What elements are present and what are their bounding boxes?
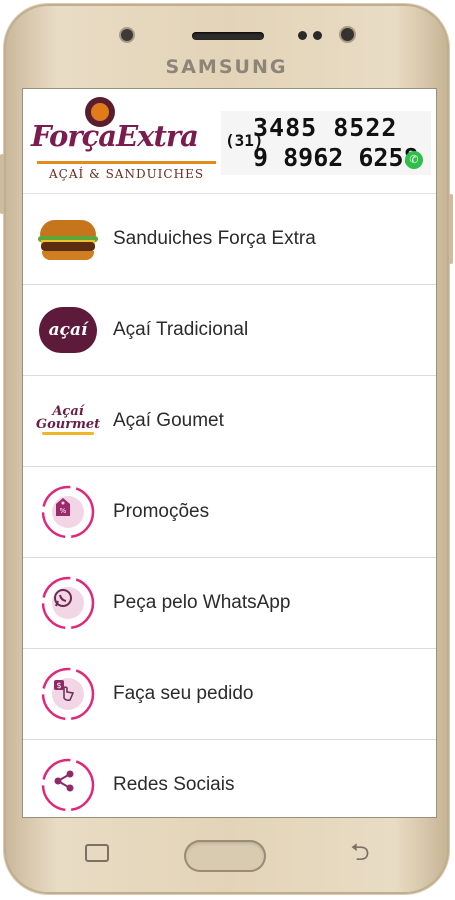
phone-number-landline[interactable]: 3485 8522 xyxy=(253,113,397,142)
menu-item-label: Sanduiches Força Extra xyxy=(113,228,316,249)
front-camera xyxy=(341,28,354,41)
acai-gourmet-logo-icon: Açaí Gourmet xyxy=(23,376,113,466)
menu-item-faca-pedido[interactable]: $ Faça seu pedido xyxy=(23,649,436,740)
menu-item-acai-tradicional[interactable]: açaí Açaí Tradicional xyxy=(23,285,436,376)
acai-logo-text: açaí xyxy=(39,307,97,353)
sensor-dot xyxy=(298,31,307,40)
menu-item-promocoes[interactable]: % Promoções xyxy=(23,467,436,558)
recent-apps-icon[interactable] xyxy=(85,844,109,862)
phone-number-mobile[interactable]: 9 8962 6258 xyxy=(253,143,419,172)
logo-title: ForçaExtra xyxy=(31,119,199,153)
back-icon[interactable]: ⮌ xyxy=(345,841,375,865)
whatsapp-icon xyxy=(23,558,113,648)
price-tag-icon: % xyxy=(23,467,113,557)
sensor-dot xyxy=(313,31,322,40)
menu-item-acai-gourmet[interactable]: Açaí Gourmet Açaí Goumet xyxy=(23,376,436,467)
whatsapp-small-icon: ✆ xyxy=(405,151,423,169)
menu-item-label: Faça seu pedido xyxy=(113,683,254,704)
menu-item-label: Redes Sociais xyxy=(113,774,235,795)
share-icon xyxy=(23,740,113,817)
home-button[interactable] xyxy=(184,840,266,872)
menu-item-label: Açaí Goumet xyxy=(113,410,224,431)
device-navigation-bar: ⮌ xyxy=(0,820,455,890)
earpiece-speaker xyxy=(192,32,264,40)
main-menu: Sanduiches Força Extra açaí Açaí Tradici… xyxy=(23,194,436,817)
logo-subtitle: AÇAÍ & SANDUICHES xyxy=(36,161,217,181)
acai-logo-icon: açaí xyxy=(23,285,113,375)
acai-gourmet-logo-text: Açaí Gourmet xyxy=(36,405,100,437)
proximity-sensor xyxy=(121,29,133,41)
brand-logo: ForçaExtra AÇAÍ & SANDUICHES xyxy=(23,89,218,193)
menu-item-redes-sociais[interactable]: Redes Sociais xyxy=(23,740,436,817)
menu-item-sanduiches[interactable]: Sanduiches Força Extra xyxy=(23,194,436,285)
contact-phones: (31) 3485 8522 9 8962 6258 ✆ xyxy=(221,111,431,175)
svg-text:%: % xyxy=(60,507,67,515)
app-header: ForçaExtra AÇAÍ & SANDUICHES (31) 3485 8… xyxy=(23,89,436,194)
app-screen: ForçaExtra AÇAÍ & SANDUICHES (31) 3485 8… xyxy=(22,88,437,818)
burger-icon xyxy=(23,194,113,284)
menu-item-label: Açaí Tradicional xyxy=(113,319,249,340)
menu-item-label: Peça pelo WhatsApp xyxy=(113,592,291,613)
device-brand: SAMSUNG xyxy=(165,56,288,78)
svg-text:$: $ xyxy=(56,681,61,690)
tap-order-icon: $ xyxy=(23,649,113,739)
menu-item-whatsapp[interactable]: Peça pelo WhatsApp xyxy=(23,558,436,649)
menu-item-label: Promoções xyxy=(113,501,210,522)
